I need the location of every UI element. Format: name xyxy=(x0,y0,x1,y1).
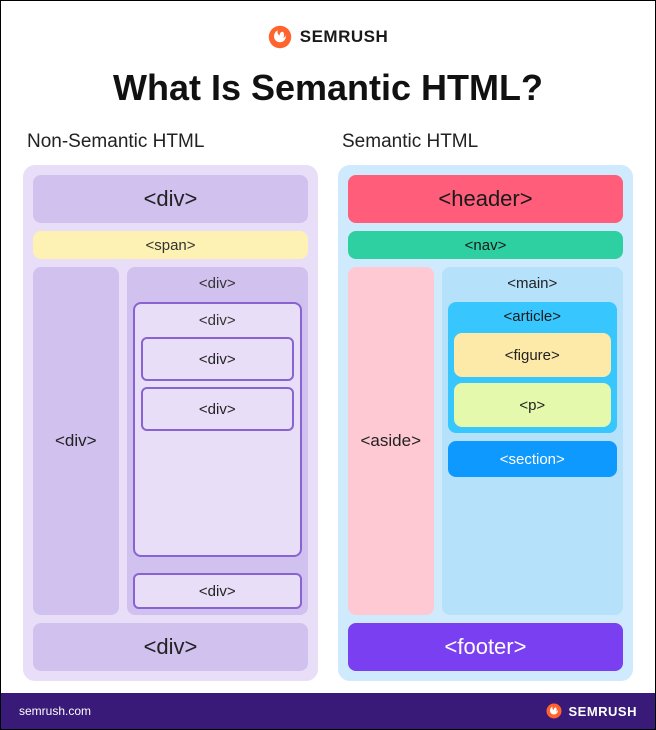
semrush-fire-icon xyxy=(268,25,292,49)
span-box: <span> xyxy=(33,231,308,259)
div-lower: <div> xyxy=(133,573,303,609)
top-logo: SEMRUSH xyxy=(23,25,633,49)
footer-brand-text: SEMRUSH xyxy=(568,704,637,719)
middle-row-left: <div> <div> <div> <div> <div> <div> xyxy=(33,267,308,615)
div-inner-group: <div> <div> <div> xyxy=(133,302,303,557)
nav-box: <nav> xyxy=(348,231,623,259)
brand-text: SEMRUSH xyxy=(300,27,389,47)
aside-box: <aside> xyxy=(348,267,434,615)
p-box: <p> xyxy=(454,383,612,427)
column-heading-right: Semantic HTML xyxy=(338,131,633,153)
infographic-frame: SEMRUSH What Is Semantic HTML? Non-Seman… xyxy=(0,0,656,730)
section-box: <section> xyxy=(448,441,618,477)
div-main-box: <div> <div> <div> <div> <div> xyxy=(127,267,309,615)
div-inner-2: <div> xyxy=(141,387,295,431)
article-label: <article> xyxy=(454,308,612,327)
div-inner-1: <div> xyxy=(141,337,295,381)
column-heading-left: Non-Semantic HTML xyxy=(23,131,318,153)
footer-logo: SEMRUSH xyxy=(546,703,637,719)
div-main-label: <div> xyxy=(133,273,303,294)
div-inner-group-label: <div> xyxy=(141,310,295,331)
footer-box: <footer> xyxy=(348,623,623,671)
main-label: <main> xyxy=(448,273,618,294)
page-title: What Is Semantic HTML? xyxy=(23,67,633,109)
column-non-semantic: Non-Semantic HTML <div> <span> <div> <di… xyxy=(23,131,318,681)
article-box: <article> <figure> <p> xyxy=(448,302,618,433)
column-semantic: Semantic HTML <header> <nav> <aside> <ma… xyxy=(338,131,633,681)
figure-box: <figure> xyxy=(454,333,612,377)
bottom-bar: semrush.com SEMRUSH xyxy=(1,693,655,729)
div-footer-box: <div> xyxy=(33,623,308,671)
columns-wrapper: Non-Semantic HTML <div> <span> <div> <di… xyxy=(23,131,633,681)
div-header-box: <div> xyxy=(33,175,308,223)
semrush-fire-icon xyxy=(546,703,562,719)
header-box: <header> xyxy=(348,175,623,223)
div-side-box: <div> xyxy=(33,267,119,615)
content-area: SEMRUSH What Is Semantic HTML? Non-Seman… xyxy=(1,1,655,693)
panel-non-semantic: <div> <span> <div> <div> <div> <div> <di… xyxy=(23,165,318,681)
main-box: <main> <article> <figure> <p> <section> xyxy=(442,267,624,615)
panel-semantic: <header> <nav> <aside> <main> <article> … xyxy=(338,165,633,681)
middle-row-right: <aside> <main> <article> <figure> <p> <s… xyxy=(348,267,623,615)
footer-url: semrush.com xyxy=(19,704,91,718)
